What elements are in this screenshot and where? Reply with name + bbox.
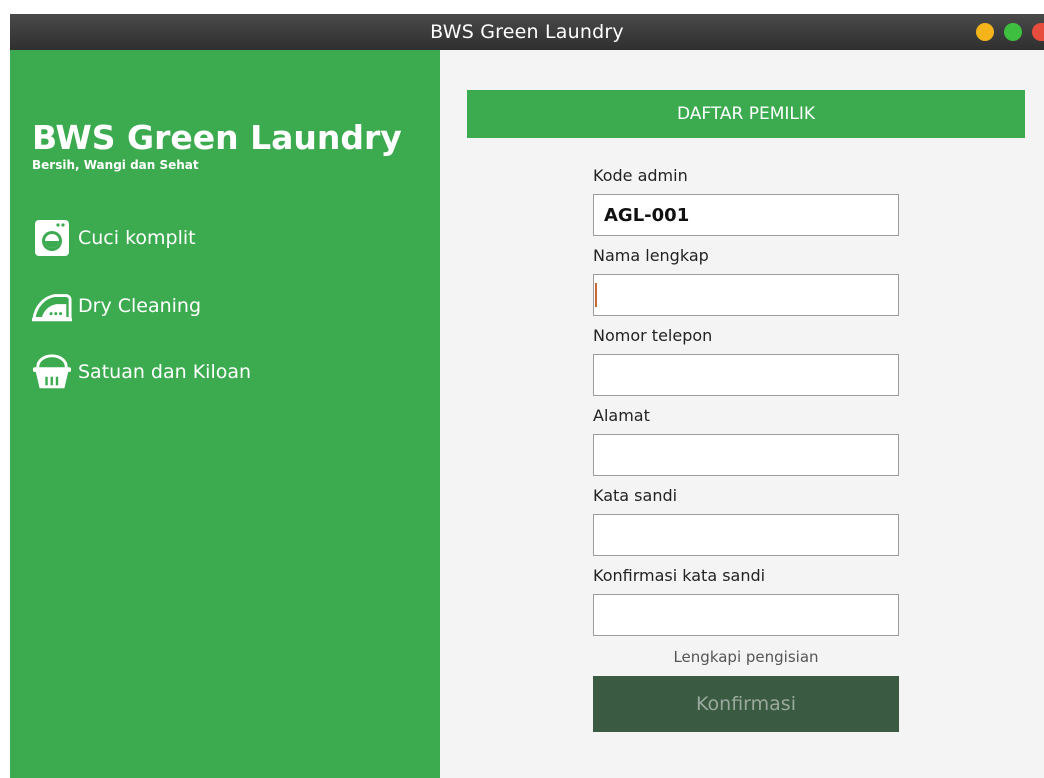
sidebar-item-label: Satuan dan Kiloan — [78, 361, 252, 383]
nama-lengkap-input[interactable] — [593, 274, 899, 316]
alamat-input[interactable] — [593, 434, 899, 476]
form-header: DAFTAR PEMILIK — [467, 90, 1025, 138]
app-window: BWS Green Laundry BWS Green Laundry Bers… — [10, 14, 1044, 778]
form-header-title: DAFTAR PEMILIK — [676, 104, 816, 124]
sidebar-item-dry-cleaning[interactable]: Dry Cleaning — [32, 286, 201, 326]
kata-sandi-label: Kata sandi — [593, 486, 678, 505]
sidebar-item-satuan-dan-kiloan[interactable]: Satuan dan Kiloan — [32, 352, 251, 392]
registration-panel: DAFTAR PEMILIK Kode admin Nama lengkap N… — [440, 50, 1044, 778]
brand-tagline: Bersih, Wangi dan Sehat — [32, 158, 199, 172]
sidebar: BWS Green Laundry Bersih, Wangi dan Seha… — [10, 50, 440, 778]
washing-machine-icon — [32, 218, 72, 258]
title-bar[interactable]: BWS Green Laundry — [10, 14, 1044, 50]
brand-title: BWS Green Laundry — [32, 118, 402, 157]
text-caret — [595, 283, 597, 307]
maximize-button[interactable] — [1004, 23, 1022, 41]
kode-admin-label: Kode admin — [593, 166, 688, 185]
konfirmasi-kata-sandi-input[interactable] — [593, 594, 899, 636]
iron-icon — [32, 286, 72, 326]
form-hint: Lengkapi pengisian — [673, 648, 819, 666]
nomor-telepon-input[interactable] — [593, 354, 899, 396]
kode-admin-input[interactable] — [593, 194, 899, 236]
nomor-telepon-label: Nomor telepon — [593, 326, 713, 345]
sidebar-item-label: Cuci komplit — [78, 227, 196, 249]
sidebar-item-cuci-komplit[interactable]: Cuci komplit — [32, 218, 196, 258]
window-title: BWS Green Laundry — [430, 21, 624, 43]
konfirmasi-kata-sandi-label: Konfirmasi kata sandi — [593, 566, 766, 585]
window-controls — [976, 23, 1044, 41]
sidebar-item-label: Dry Cleaning — [78, 295, 202, 317]
konfirmasi-button[interactable]: Konfirmasi — [593, 676, 899, 732]
laundry-basket-icon — [32, 352, 72, 392]
nama-lengkap-label: Nama lengkap — [593, 246, 709, 265]
close-button[interactable] — [1032, 23, 1044, 41]
alamat-label: Alamat — [593, 406, 650, 425]
kata-sandi-input[interactable] — [593, 514, 899, 556]
minimize-button[interactable] — [976, 23, 994, 41]
